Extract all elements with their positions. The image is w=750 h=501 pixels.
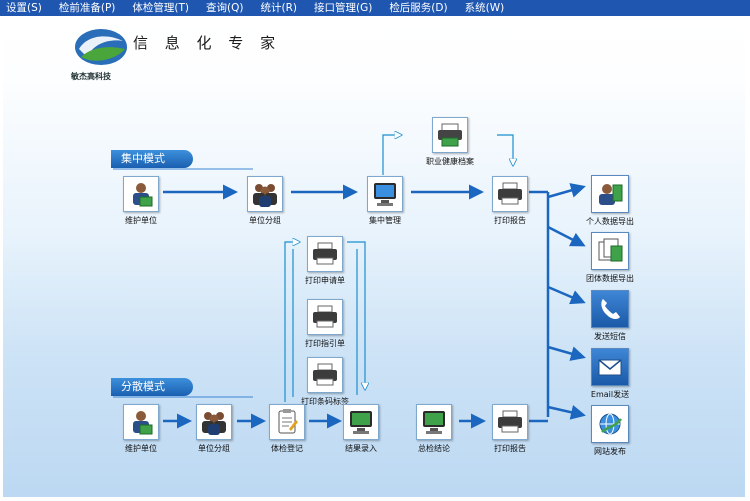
computer-icon (367, 176, 403, 212)
node-label: 集中管理 (369, 216, 401, 225)
person-card-icon (123, 176, 159, 212)
node-label: 单位分组 (198, 444, 230, 453)
node-exam-register[interactable]: 体检登记 (247, 404, 327, 454)
menu-post-service[interactable]: 检后服务(D) (385, 0, 451, 16)
node-central-unit-group[interactable]: 单位分组 (225, 176, 305, 226)
node-health-archive[interactable]: 职业健康档案 (410, 117, 490, 167)
node-label: 单位分组 (249, 216, 281, 225)
person-card-icon (123, 404, 159, 440)
node-label: 打印报告 (494, 216, 526, 225)
node-group-export[interactable]: 团体数据导出 (570, 232, 650, 284)
menu-interface[interactable]: 接口管理(G) (310, 0, 376, 16)
node-label: 维护单位 (125, 444, 157, 453)
node-label: 打印报告 (494, 444, 526, 453)
workflow-canvas: 敏杰高科技 信 息 化 专 家 集中模式 分散模式 维护单位 单位分组 集中管理… (3, 17, 745, 497)
printer-icon (492, 176, 528, 212)
node-personal-export[interactable]: 个人数据导出 (570, 175, 650, 227)
node-label: 体检登记 (271, 444, 303, 453)
phone-icon (591, 290, 629, 328)
group-icon (247, 176, 283, 212)
node-label: Email发送 (590, 390, 630, 399)
node-central-manage[interactable]: 集中管理 (345, 176, 425, 226)
printer-icon (307, 299, 343, 335)
computer-icon (343, 404, 379, 440)
person-export-icon (591, 175, 629, 213)
group-icon (196, 404, 232, 440)
node-label: 结果录入 (345, 444, 377, 453)
printer-icon (492, 404, 528, 440)
node-label: 个人数据导出 (586, 217, 634, 226)
menu-exam-manage[interactable]: 体检管理(T) (128, 0, 193, 16)
node-label: 总检结论 (418, 444, 450, 453)
node-dist-maintain-unit[interactable]: 维护单位 (101, 404, 181, 454)
menu-stats[interactable]: 统计(R) (256, 0, 301, 16)
menu-pre-check[interactable]: 检前准备(P) (55, 0, 120, 16)
node-label: 团体数据导出 (586, 274, 634, 283)
menu-query[interactable]: 查询(Q) (202, 0, 247, 16)
printer-icon (307, 357, 343, 393)
mode-distributed-label: 分散模式 (111, 378, 193, 396)
globe-icon (591, 405, 629, 443)
computer-icon (416, 404, 452, 440)
node-summary[interactable]: 总检结论 (394, 404, 474, 454)
node-print-guide[interactable]: 打印指引单 (285, 299, 365, 349)
mode-central-label: 集中模式 (111, 150, 193, 168)
menu-system[interactable]: 系统(W) (461, 0, 509, 16)
node-print-request[interactable]: 打印申请单 (285, 236, 365, 286)
clipboard-icon (269, 404, 305, 440)
node-web-publish[interactable]: 网站发布 (570, 405, 650, 457)
node-label: 打印申请单 (305, 276, 345, 285)
node-label: 发送短信 (594, 332, 626, 341)
menu-bar: 设置(S) 检前准备(P) 体检管理(T) 查询(Q) 统计(R) 接口管理(G… (0, 0, 750, 16)
node-dist-unit-group[interactable]: 单位分组 (174, 404, 254, 454)
menu-settings[interactable]: 设置(S) (2, 0, 46, 16)
printer-icon (307, 236, 343, 272)
node-print-report-top[interactable]: 打印报告 (470, 176, 550, 226)
envelope-icon (591, 348, 629, 386)
node-result-entry[interactable]: 结果录入 (321, 404, 401, 454)
printer-icon (432, 117, 468, 153)
node-print-barcode[interactable]: 打印条码标签 (285, 357, 365, 407)
node-email-send[interactable]: Email发送 (570, 348, 650, 400)
node-label: 打印指引单 (305, 339, 345, 348)
node-send-sms[interactable]: 发送短信 (570, 290, 650, 342)
node-print-report-bottom[interactable]: 打印报告 (470, 404, 550, 454)
node-label: 维护单位 (125, 216, 157, 225)
node-central-maintain-unit[interactable]: 维护单位 (101, 176, 181, 226)
document-export-icon (591, 232, 629, 270)
node-label: 职业健康档案 (426, 157, 474, 166)
node-label: 网站发布 (594, 447, 626, 456)
